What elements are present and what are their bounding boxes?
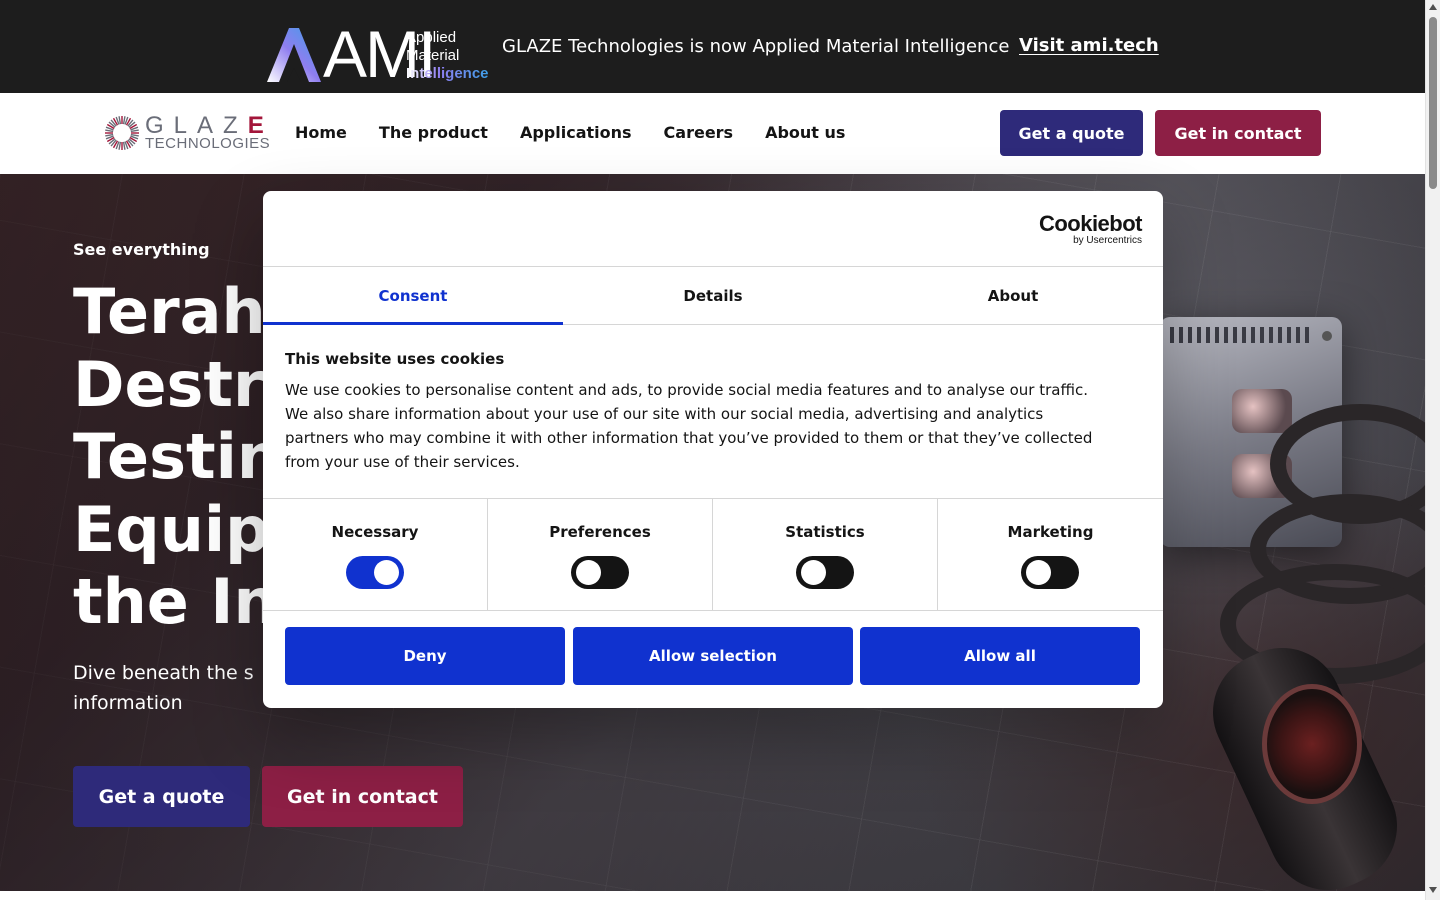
glaze-logo-ray: [130, 133, 139, 137]
toggle-knob: [801, 560, 826, 585]
ami-logo-line-1: Applied: [406, 29, 457, 46]
category-label: Preferences: [549, 523, 651, 541]
nav-item-about-us[interactable]: About us: [765, 123, 845, 142]
cookiebot-logo-main: Cookiebot: [1038, 211, 1143, 236]
tab-about[interactable]: About: [863, 267, 1163, 324]
cookie-dialog-header: Cookiebot by Usercentrics: [263, 191, 1163, 267]
allow-all-button[interactable]: Allow all: [860, 627, 1140, 685]
glaze-logo[interactable]: GLAZE TECHNOLOGIES: [104, 113, 270, 153]
page-scrollbar[interactable]: [1425, 0, 1440, 900]
nav-get-quote-button[interactable]: Get a quote: [1000, 110, 1143, 156]
glaze-logo-ray: [105, 133, 114, 137]
ami-logo[interactable]: AMI Applied Material Intelligence: [265, 21, 490, 87]
rebrand-message: GLAZE Technologies is now Applied Materi…: [502, 36, 1010, 57]
nav-item-home[interactable]: Home: [295, 123, 347, 142]
scrollbar-thumb[interactable]: [1429, 17, 1437, 189]
glaze-logo-ray: [118, 141, 122, 150]
nav-menu: Home The product Applications Careers Ab…: [295, 123, 845, 142]
cookiebot-logo[interactable]: Cookiebot by Usercentrics: [1038, 211, 1143, 247]
toggle-knob: [374, 560, 399, 585]
tab-details[interactable]: Details: [563, 267, 863, 324]
glaze-logo-ray: [122, 141, 126, 150]
main-navigation: GLAZE TECHNOLOGIES Home The product Appl…: [0, 93, 1425, 174]
cookie-consent-dialog: Cookiebot by Usercentrics Consent Detail…: [263, 191, 1163, 708]
cookie-dialog-description: We use cookies to personalise content an…: [285, 381, 1093, 471]
tab-consent[interactable]: Consent: [263, 267, 563, 325]
toggle-knob: [576, 560, 601, 585]
visit-ami-link[interactable]: Visit ami.tech: [1019, 35, 1159, 56]
cookie-category-toggles: Necessary Preferences Statistics Marketi…: [263, 498, 1163, 611]
cookiebot-logo-sub: by Usercentrics: [1073, 235, 1142, 246]
glaze-logo-ray: [122, 116, 126, 125]
category-label: Marketing: [1007, 523, 1094, 541]
scroll-down-arrow-icon[interactable]: [1429, 887, 1437, 893]
nav-item-the-product[interactable]: The product: [379, 123, 488, 142]
category-label: Statistics: [785, 523, 865, 541]
toggle-knob: [1026, 560, 1051, 585]
category-preferences: Preferences: [488, 499, 713, 610]
ami-logo-line-2: Material: [406, 47, 460, 64]
category-necessary: Necessary: [263, 499, 488, 610]
deny-button[interactable]: Deny: [285, 627, 565, 685]
hero-get-quote-button[interactable]: Get a quote: [73, 766, 250, 827]
ami-logo-text: Applied Material Intelligence: [406, 29, 489, 83]
nav-item-applications[interactable]: Applications: [520, 123, 632, 142]
cookie-dialog-tabs: Consent Details About: [263, 267, 1163, 325]
glaze-logo-ray: [118, 116, 122, 125]
hero-get-in-contact-button[interactable]: Get in contact: [262, 766, 463, 827]
scroll-up-arrow-icon[interactable]: [1429, 4, 1437, 10]
category-marketing: Marketing: [938, 499, 1163, 610]
statistics-toggle[interactable]: [796, 556, 854, 589]
glaze-logo-subtitle: TECHNOLOGIES: [145, 135, 271, 152]
preferences-toggle[interactable]: [571, 556, 629, 589]
category-statistics: Statistics: [713, 499, 938, 610]
category-label: Necessary: [331, 523, 419, 541]
allow-selection-button[interactable]: Allow selection: [573, 627, 853, 685]
cookie-dialog-title: This website uses cookies: [285, 350, 505, 368]
glaze-logo-ring-icon: [105, 116, 139, 150]
glaze-logo-ray: [130, 129, 139, 133]
nav-get-in-contact-button[interactable]: Get in contact: [1155, 110, 1321, 156]
glaze-logo-ray: [105, 129, 114, 133]
marketing-toggle[interactable]: [1021, 556, 1079, 589]
announcement-bar: AMI Applied Material Intelligence GLAZE …: [0, 0, 1425, 93]
hero-kicker: See everything: [73, 240, 210, 259]
ami-logo-line-3: Intelligence: [406, 65, 489, 82]
nav-item-careers[interactable]: Careers: [664, 123, 734, 142]
necessary-toggle[interactable]: [346, 556, 404, 589]
